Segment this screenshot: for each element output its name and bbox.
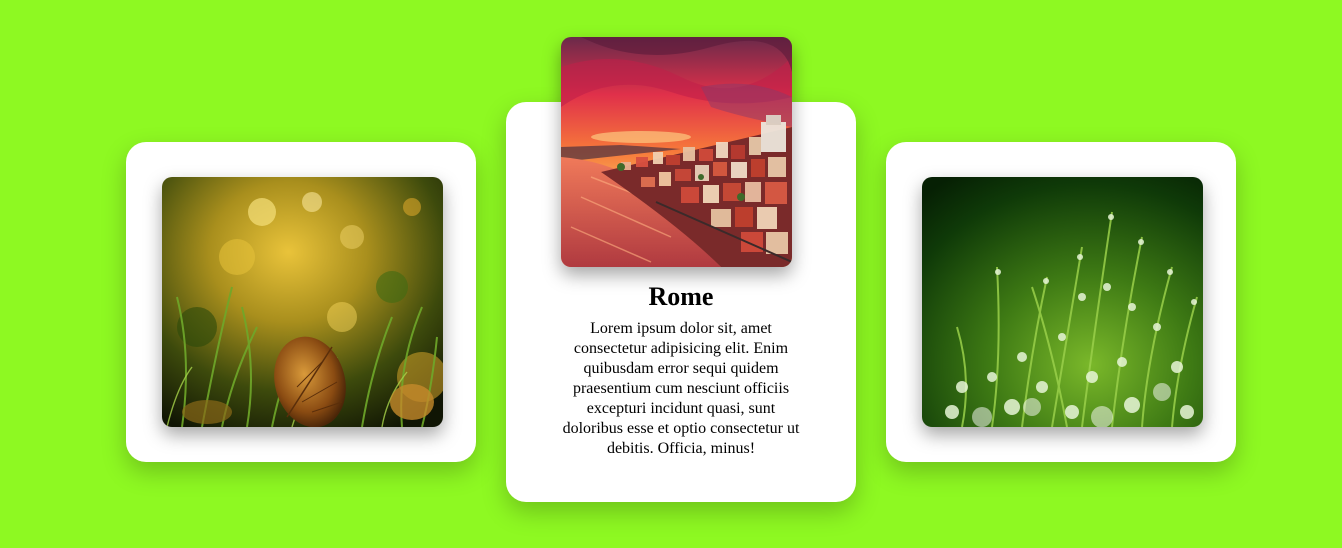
dewy-grass-photo: [922, 177, 1203, 427]
card-title: Rome: [648, 282, 714, 311]
rome-sunset-city-photo: [561, 37, 792, 267]
card-right[interactable]: [886, 142, 1236, 462]
card-description: Lorem ipsum dolor sit, amet consectetur …: [562, 320, 800, 457]
card-left[interactable]: [126, 142, 476, 462]
autumn-leaf-grass-photo: [162, 177, 443, 427]
card-center[interactable]: Rome Lorem ipsum dolor sit, amet consect…: [506, 37, 856, 502]
